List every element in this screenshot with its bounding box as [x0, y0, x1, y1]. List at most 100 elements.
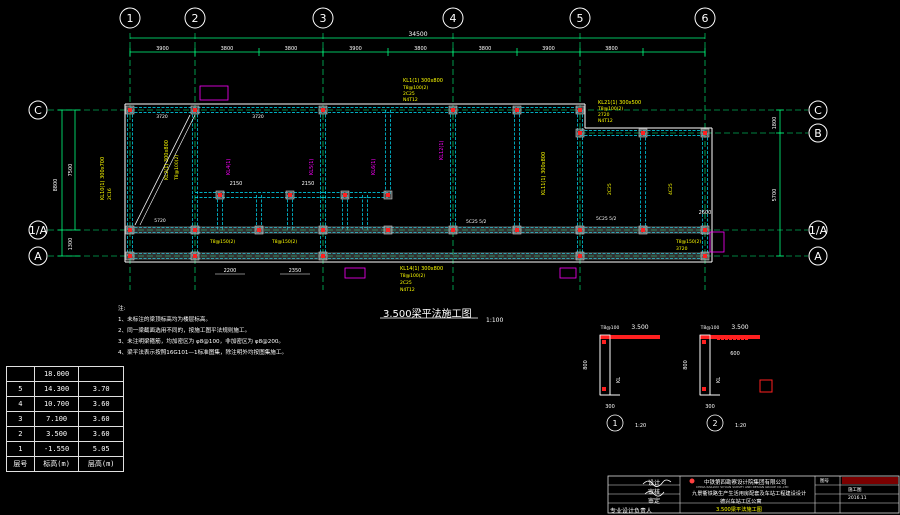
dim-bay-3: 3900	[349, 46, 362, 52]
dim-local: 2150	[302, 181, 315, 187]
detail-number: 2	[712, 419, 717, 428]
beam-label-kl12: KL12(1)	[439, 140, 445, 160]
detail-elevation: 3.500	[731, 324, 748, 331]
title-block: 设计 审核 审定 专业设计负责人 中铁第四勘察设计院集团有限公司 CHINA R…	[608, 476, 900, 515]
column-rebar	[703, 228, 707, 232]
column-rebar	[321, 254, 325, 258]
detail-rebar	[737, 337, 740, 340]
beam-label-kl11: KL11(1) 300x800	[541, 152, 547, 195]
dim-bay-7: 3800	[605, 46, 618, 52]
column-rebar	[386, 228, 390, 232]
detail-rebar	[602, 340, 606, 344]
rebar-label: 2720	[598, 112, 610, 118]
design-label: 设计	[648, 480, 661, 487]
column-rebar	[288, 193, 292, 197]
dim-bay-5: 3800	[479, 46, 492, 52]
height-cell: 3.70	[78, 381, 124, 397]
detail-height: 800	[583, 360, 589, 370]
dim-local: 2600	[699, 210, 712, 216]
opening	[559, 267, 577, 279]
beam-label-kl21: KL21(1) 300x500	[598, 100, 641, 106]
column-rebar	[578, 108, 582, 112]
column-rebar	[321, 228, 325, 232]
column-rebar	[641, 131, 645, 135]
floor-cell: 3	[6, 411, 35, 427]
table-row: 2 3.500 3.60	[6, 426, 124, 442]
rebar-label: 2C25	[400, 280, 412, 286]
company-name-en: CHINA RAILWAY SIYUAN SURVEY AND DESIGN G…	[696, 485, 789, 489]
detail-rebar	[602, 387, 606, 391]
column-rebar	[128, 254, 132, 258]
dim-bay-4: 3800	[414, 46, 427, 52]
beam-label-kl14: KL14(1) 300x800	[400, 266, 443, 272]
height-cell: 5.05	[78, 441, 124, 457]
column-rebar	[578, 131, 582, 135]
dim-bay-2: 3800	[285, 46, 298, 52]
dim-local: 2150	[230, 181, 243, 187]
table-row: 18.000	[6, 366, 124, 382]
column-rebar	[257, 228, 261, 232]
dim-right-main: 5700	[772, 189, 778, 202]
beam-label-kl2: KL2(1) 300x800	[164, 140, 170, 180]
table-row: 5 14.300 3.70	[6, 381, 124, 397]
column-rebar	[386, 193, 390, 197]
column-axis-4-label: 4	[450, 12, 457, 25]
column-rebar	[193, 228, 197, 232]
detail-beam-top	[600, 335, 660, 339]
column-axis-6-label: 6	[702, 12, 709, 25]
height-cell: 3.60	[78, 396, 124, 412]
column-rebar	[451, 228, 455, 232]
column-rebar	[641, 228, 645, 232]
detail-rebar	[702, 387, 706, 391]
dim-local: 2200	[224, 268, 237, 274]
rebar-label: N4T12	[400, 287, 415, 293]
elevation-cell: 7.100	[33, 411, 80, 427]
detail-span: 600	[730, 351, 740, 357]
detail-rebar	[725, 337, 728, 340]
detail-rebar-block	[759, 379, 773, 393]
height-cell: 3.60	[78, 411, 124, 427]
elevation-cell: 18.000	[33, 366, 80, 382]
column-axis-2-label: 2	[192, 12, 199, 25]
beam-label-kl6: KL6(1)	[371, 159, 377, 175]
detail-width: 300	[705, 404, 715, 410]
detail-kl: KL	[716, 377, 722, 383]
detail-rebar	[717, 337, 720, 340]
detail-elevation: 3.500	[631, 324, 648, 331]
wall-hatch	[128, 226, 708, 234]
column-axis-5-label: 5	[577, 12, 584, 25]
rebar-label: 4C25	[668, 183, 674, 195]
detail-rebar-label: T8@100	[600, 325, 620, 331]
date-value: 2016.11	[848, 496, 867, 501]
table-header-row: 层号 标高(m) 层高(m)	[6, 456, 124, 472]
rebar-label: T8@100(2)	[597, 106, 623, 112]
row-axis-right-B-label: B	[814, 127, 822, 140]
detail-rebar	[741, 337, 744, 340]
sub-project-name: 德兴车站工区公寓	[720, 499, 762, 505]
column-rebar	[193, 254, 197, 258]
rebar-label: 5C25 5/2	[466, 219, 487, 225]
review-label: 审核	[648, 489, 661, 496]
detail-rebar	[733, 337, 736, 340]
height-cell	[78, 366, 124, 382]
beam-label-kl10: KL10(1) 300x700	[100, 157, 106, 200]
dim-left-bottom: 1300	[68, 238, 74, 251]
column-rebar	[218, 193, 222, 197]
rebar-label: 2C25	[607, 183, 613, 195]
rebar-label: T8@100(2)	[399, 273, 425, 279]
detail-rebar	[729, 337, 732, 340]
dim-local: 5720	[154, 218, 166, 224]
column-rebar	[703, 254, 707, 258]
table-row: 4 10.700 3.60	[6, 396, 124, 412]
detail-rebar	[721, 337, 724, 340]
table-row: 1 -1.550 5.05	[6, 441, 124, 457]
drawing-name: 3.500梁平法施工图	[716, 507, 762, 513]
rebar-label: T8@100(2)	[402, 85, 428, 91]
detail-rebar	[745, 337, 748, 340]
row-axis-left-1/A-label: 1/A	[29, 224, 48, 237]
column-rebar	[193, 108, 197, 112]
header-cell: 层高(m)	[78, 456, 124, 472]
detail-height: 800	[683, 360, 689, 370]
floor-elevation-table: 18.000 5 14.300 3.70 4 10.700 3.60 3 7.100 3.6…	[6, 366, 124, 472]
column-rebar	[703, 131, 707, 135]
